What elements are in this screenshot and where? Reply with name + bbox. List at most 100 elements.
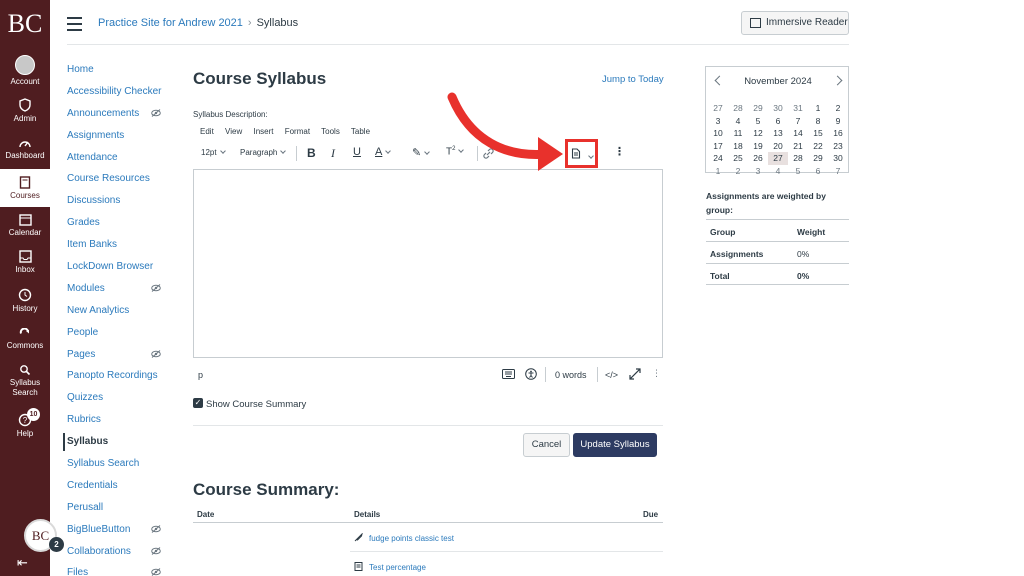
calendar-week: 10 11 12 13 14 15 16	[708, 123, 848, 138]
breadcrumb-course-link[interactable]: Practice Site for Andrew 2021	[98, 17, 243, 29]
calendar-day[interactable]: 1	[708, 165, 728, 178]
search-icon	[20, 365, 31, 376]
summary-table-header: Date Details Due	[193, 505, 663, 523]
course-nav-people[interactable]: People	[67, 326, 167, 348]
block-format-select[interactable]: Paragraph	[240, 148, 287, 157]
summary-item-link[interactable]: fudge points classic test	[369, 534, 454, 543]
course-nav-bigbluebutton[interactable]: BigBlueButton	[67, 523, 167, 545]
global-nav-label: Help	[16, 429, 34, 438]
course-nav: Home Accessibility Checker Announcements…	[63, 63, 167, 576]
calendar-day[interactable]: 3	[748, 165, 768, 178]
global-nav-syllabus-search[interactable]: Syllabus Search	[0, 364, 50, 398]
calendar-icon	[18, 214, 32, 226]
calendar-day[interactable]: 5	[788, 165, 808, 178]
toolbar-divider	[296, 146, 297, 161]
course-nav-perusall[interactable]: Perusall	[67, 501, 167, 523]
keyboard-icon[interactable]	[502, 369, 515, 379]
menu-view[interactable]: View	[225, 127, 242, 136]
course-nav-grades[interactable]: Grades	[67, 216, 167, 238]
jump-to-today-link[interactable]: Jump to Today	[602, 74, 664, 85]
text-color-icon[interactable]: A	[375, 146, 392, 158]
course-nav-credentials[interactable]: Credentials	[67, 479, 167, 501]
course-nav-attendance[interactable]: Attendance	[67, 151, 167, 173]
hamburger-menu-icon[interactable]	[67, 17, 82, 35]
italic-icon[interactable]: I	[331, 146, 335, 161]
html-editor-toggle[interactable]: </>	[605, 370, 618, 380]
course-nav-lockdown-browser[interactable]: LockDown Browser	[67, 260, 167, 282]
course-nav-rubrics[interactable]: Rubrics	[67, 413, 167, 435]
course-nav-label: Pages	[67, 348, 96, 360]
calendar-month-title: November 2024	[744, 76, 812, 87]
menu-tools[interactable]: Tools	[321, 127, 340, 136]
menu-table[interactable]: Table	[351, 127, 370, 136]
update-syllabus-button[interactable]: Update Syllabus	[573, 433, 657, 457]
summary-item-link[interactable]: Test percentage	[369, 563, 426, 572]
calendar-day[interactable]: 6	[808, 165, 828, 178]
collapse-nav-icon[interactable]: ⇤	[17, 555, 28, 571]
global-nav-history[interactable]: History	[0, 288, 50, 313]
dashboard-gauge-icon	[19, 141, 31, 148]
breadcrumb-current: Syllabus	[256, 17, 299, 29]
course-nav-home[interactable]: Home	[67, 63, 167, 85]
hidden-eye-icon	[151, 108, 161, 117]
global-nav-account[interactable]: Account	[0, 55, 50, 86]
course-nav-files[interactable]: Files	[67, 566, 167, 576]
cancel-button[interactable]: Cancel	[523, 433, 570, 457]
course-nav-label: Files	[67, 567, 89, 576]
course-nav-course-resources[interactable]: Course Resources	[67, 172, 167, 194]
link-icon[interactable]	[483, 148, 494, 159]
font-size-select[interactable]: 12pt	[201, 148, 226, 157]
hidden-eye-icon	[151, 349, 161, 358]
course-nav-modules[interactable]: Modules	[67, 282, 167, 304]
course-nav-assignments[interactable]: Assignments	[67, 129, 167, 151]
calendar-week: 3456789	[708, 111, 848, 126]
institution-logo[interactable]: BC	[0, 0, 50, 46]
course-nav-syllabus-search[interactable]: Syllabus Search	[67, 457, 167, 479]
block-format-value: Paragraph	[240, 148, 278, 157]
course-nav-new-analytics[interactable]: New Analytics	[67, 304, 167, 326]
resize-handle-icon[interactable]: ⋮	[652, 368, 661, 379]
global-nav-admin[interactable]: Admin	[0, 98, 50, 123]
menu-edit[interactable]: Edit	[200, 127, 214, 136]
course-nav-accessibility-checker[interactable]: Accessibility Checker	[67, 85, 167, 107]
clock-icon	[18, 288, 32, 302]
course-nav-label: Panopto Recordings	[67, 370, 158, 382]
course-nav-label: Grades	[67, 217, 100, 229]
course-nav-label: Perusall	[67, 501, 104, 513]
global-nav-calendar[interactable]: Calendar	[0, 213, 50, 237]
course-nav-item-banks[interactable]: Item Banks	[67, 238, 167, 260]
immersive-reader-button[interactable]: Immersive Reader	[741, 11, 849, 35]
calendar-day[interactable]: 4	[768, 165, 788, 178]
course-nav-discussions[interactable]: Discussions	[67, 194, 167, 216]
bold-icon[interactable]: B	[307, 146, 316, 160]
accessibility-icon[interactable]	[525, 368, 537, 380]
underline-icon[interactable]: U	[353, 146, 361, 158]
mini-calendar: November 2024 27 28 29 30 31 1 2 3456789 10 11 1…	[705, 66, 849, 176]
superscript-icon[interactable]: T2	[446, 146, 465, 157]
weights-total-value: 0%	[797, 271, 810, 281]
calendar-day[interactable]: 2	[728, 165, 748, 178]
course-nav-pages[interactable]: Pages	[67, 348, 167, 370]
more-options-icon[interactable]: ⋮	[614, 145, 625, 158]
status-divider	[597, 367, 598, 382]
chevron-down-icon	[458, 147, 465, 154]
rich-text-editor-area[interactable]	[193, 169, 663, 358]
course-nav-label: Credentials	[67, 479, 118, 491]
global-nav-inbox[interactable]: Inbox	[0, 250, 50, 274]
course-nav-announcements[interactable]: Announcements	[67, 107, 167, 129]
global-nav-commons[interactable]: Commons	[0, 328, 50, 350]
fullscreen-icon[interactable]	[629, 368, 641, 380]
global-nav-dashboard[interactable]: Dashboard	[0, 137, 50, 160]
editor-menubar: Edit View Insert Format Tools Table	[200, 127, 379, 136]
element-path[interactable]: p	[198, 370, 203, 380]
course-nav-collaborations[interactable]: Collaborations	[67, 545, 167, 567]
global-nav-help[interactable]: ? 10 Help	[0, 408, 50, 438]
highlight-icon[interactable]: ✎	[412, 146, 431, 159]
course-nav-syllabus[interactable]: Syllabus	[63, 433, 167, 457]
menu-insert[interactable]: Insert	[253, 127, 273, 136]
course-nav-quizzes[interactable]: Quizzes	[67, 391, 167, 413]
menu-format[interactable]: Format	[285, 127, 310, 136]
course-nav-panopto-recordings[interactable]: Panopto Recordings	[67, 369, 167, 391]
calendar-day[interactable]: 7	[828, 165, 848, 178]
global-nav-courses[interactable]: Courses	[0, 169, 50, 207]
